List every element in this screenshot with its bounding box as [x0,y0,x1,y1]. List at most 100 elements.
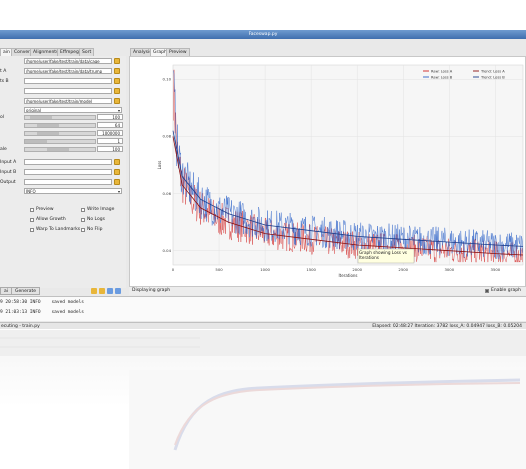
slider-handle[interactable] [29,116,52,119]
tooltip: Graph showing Loss vs Iterations [357,248,415,264]
iterations-slider[interactable] [24,131,96,136]
window-reflection [0,330,526,469]
slider-handle[interactable] [37,124,59,127]
save-interval-spin[interactable]: 100 [97,114,123,120]
x-tick-label: 1000 [260,267,270,272]
enable-graph-label: Enable graph [491,288,521,293]
input-dir-a-field[interactable]: /home/user/fake/test/train/data/cage [24,58,112,64]
checkbox-label: Allow Growth [36,217,66,222]
bottom-status-bar: ecuting - train.py Elapsed: 02:48:27 Ite… [0,322,526,329]
x-tick-label: 0 [172,267,175,272]
no-flip-checkbox[interactable] [81,228,85,232]
y-axis-label: Loss [157,161,162,170]
x-tick-label: 2000 [352,267,362,272]
no-logs-checkbox[interactable] [81,218,85,222]
iterations-spin[interactable]: 1000000 [97,130,123,136]
generate-button[interactable]: Generate [11,287,41,295]
slider-handle[interactable] [46,148,69,151]
chevron-down-icon: ▾ [117,189,120,194]
gpus-slider[interactable] [24,139,96,144]
slider-handle[interactable] [37,132,59,135]
x-tick-label: 500 [215,267,223,272]
window-title-bar: Faceswap.py [0,30,526,39]
legend-entry: Raw: Loss A [431,69,453,73]
tab-sort[interactable]: Sort [79,48,95,56]
x-tick-label: 1500 [306,267,316,272]
x-tick-label: 2500 [398,267,408,272]
folder-icon[interactable] [114,58,120,64]
reset-icon[interactable] [115,288,121,294]
y-tick-label: 0.08 [163,134,172,139]
save-interval-slider[interactable] [24,115,96,120]
timelapse-output-field[interactable] [24,179,112,185]
y-tick-label: 0.06 [163,191,172,196]
preview-checkbox[interactable] [30,208,34,212]
training-stats: Elapsed: 02:48:27 Iteration: 3782 loss_A… [372,324,522,329]
x-axis-label: Iterations [338,273,357,278]
refresh-icon[interactable] [107,288,113,294]
checkbox-label: No Logs [87,217,105,222]
field-label: ts B [0,79,9,84]
warp-to-landmarks-checkbox[interactable] [30,228,34,232]
legend-entry: Trend: Loss A [480,69,505,73]
folder-icon[interactable] [114,78,120,84]
field-label: t A [0,69,7,74]
loss-chart: 0 500 1000 1500 2000 2500 3000 3500 0.04 0.06 0.08… [157,64,524,278]
allow-growth-checkbox[interactable] [30,218,34,222]
model-dir-field[interactable]: /home/user/fake/test/train/model [24,98,112,104]
task-status: ecuting - train.py [1,324,40,329]
log-line: 9 21:03:13 INFO saved models [0,310,84,315]
tab-preview[interactable]: Preview [166,48,190,56]
folder-icon[interactable] [114,68,120,74]
x-tick-label: 3000 [444,267,454,272]
x-tick-label: 3500 [491,267,501,272]
batch-size-spin[interactable]: 64 [97,122,123,128]
timelapse-input-a-field[interactable] [24,159,112,165]
checkbox-label: Write Image [87,207,115,212]
window-title: Faceswap.py [248,32,278,37]
tooltip-text: Graph showing Loss vs Iterations [359,250,407,260]
log-line: 9 20:58:30 INFO saved models [0,300,84,305]
y-tick-label: 0.10 [163,77,172,82]
console-output: 9 20:58:30 INFO saved models 9 21:03:13 … [0,296,526,321]
checkbox-label: No Flip [87,227,103,232]
timelapse-scale-spin[interactable]: 100 [97,146,123,152]
folder-icon[interactable] [114,98,120,104]
legend-entry: Raw: Loss B [431,75,453,79]
slider-label: ale [0,147,7,152]
trainer-select[interactable]: original ▾ [24,107,122,113]
folder-icon[interactable] [114,169,120,175]
io-label: Input A [0,160,17,165]
chevron-down-icon: ▾ [117,108,120,113]
timelapse-scale-slider[interactable] [24,147,96,152]
y-tick-label: 0.04 [163,248,172,253]
alignments-b-field[interactable] [24,88,112,94]
io-label: Output [0,180,16,185]
checkbox-label: Warp To Landmarks [36,227,81,232]
checkbox-label: Preview [36,207,54,212]
legend-entry: Trend: Loss B [480,75,505,79]
input-dir-b-field[interactable]: /home/user/fake/test/train/data/trump [24,68,112,74]
reflection-graphic [0,330,526,469]
gpus-spin[interactable]: 1 [97,138,123,144]
loglevel-select[interactable]: INFO ▾ [24,188,122,194]
options-panel: /home/user/fake/test/train/data/cage t A… [0,56,126,295]
batch-size-slider[interactable] [24,123,96,128]
folder-icon[interactable] [114,179,120,185]
graph-panel: 0 500 1000 1500 2000 2500 3000 3500 0.04 0.06 0.08… [129,56,526,287]
io-label: Input B [0,170,17,175]
trainer-value: original [26,108,41,113]
alignments-a-field[interactable] [24,78,112,84]
write-image-checkbox[interactable] [81,208,85,212]
status-text: Displaying graph [132,288,171,293]
folder-icon[interactable] [114,88,120,94]
folder-icon[interactable] [114,159,120,165]
loglevel-value: INFO [26,189,36,194]
graph-status-bar: Displaying graph Enable graph [129,287,526,295]
enable-graph-checkbox[interactable] [485,289,489,293]
slider-handle[interactable] [25,140,47,143]
slider-label: ol [0,115,5,120]
save-icon[interactable] [99,288,105,294]
open-folder-icon[interactable] [91,288,97,294]
timelapse-input-b-field[interactable] [24,169,112,175]
